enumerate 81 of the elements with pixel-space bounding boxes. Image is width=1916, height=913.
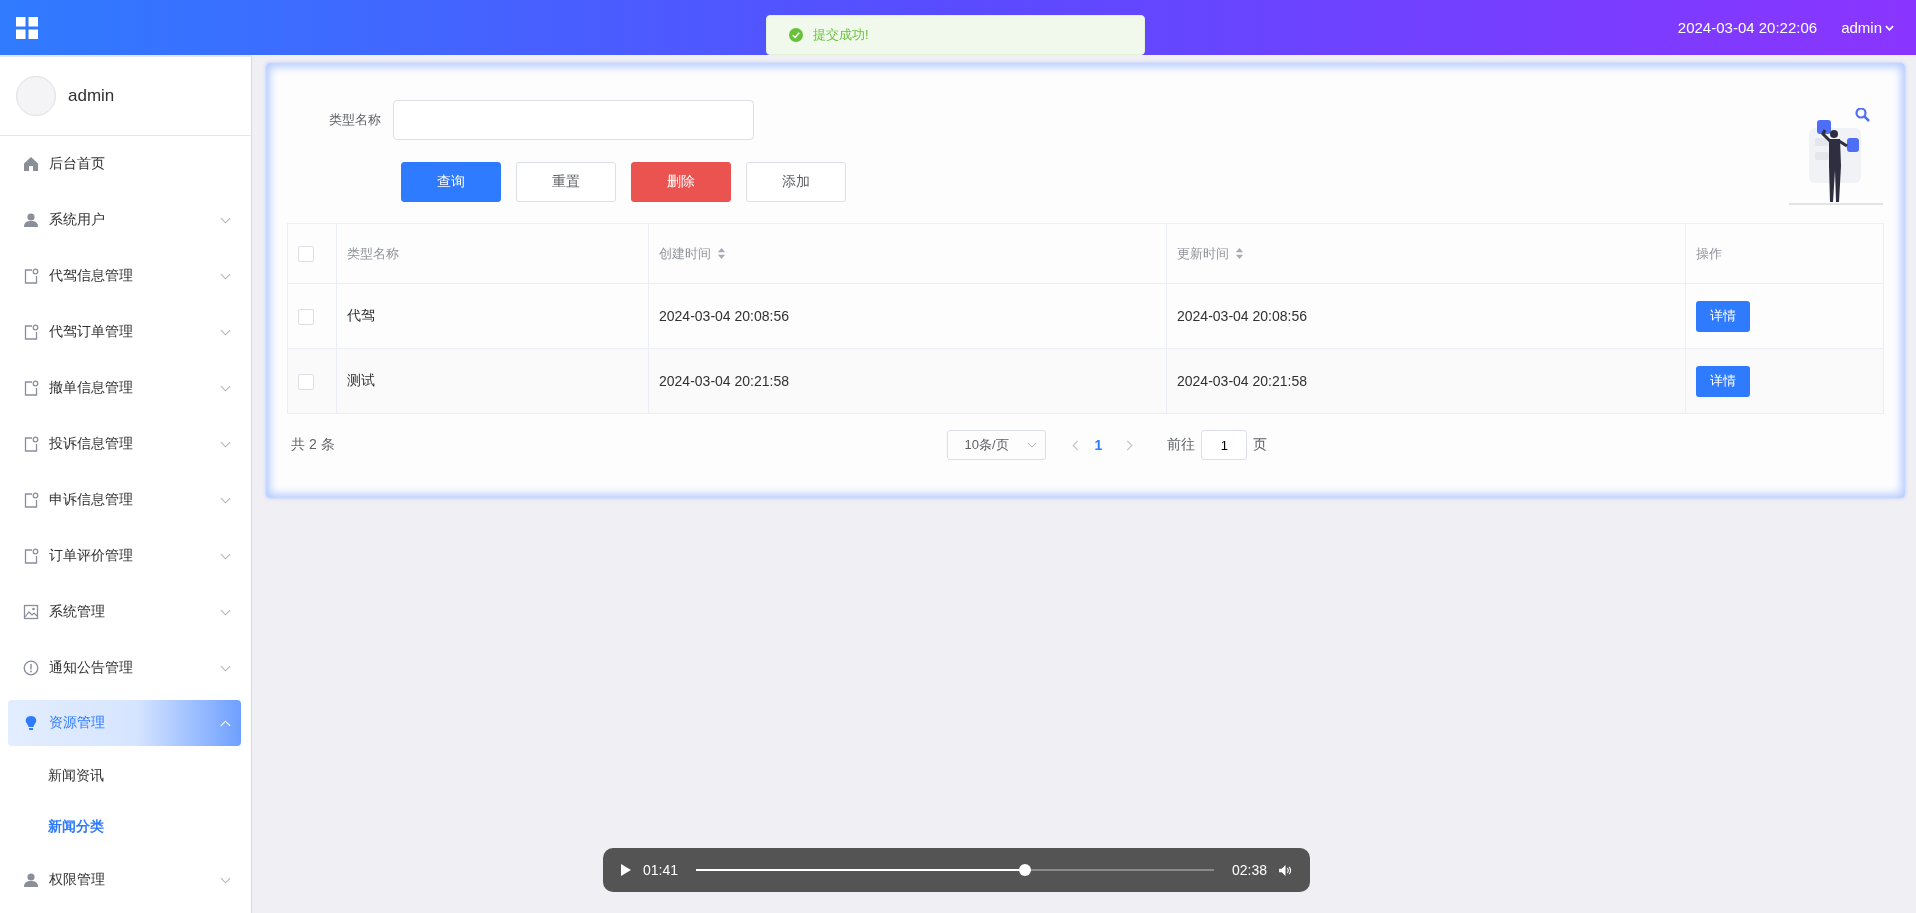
column-header: 操作 xyxy=(1696,244,1722,263)
menu-item[interactable]: 权限管理 xyxy=(0,852,251,908)
picture-icon xyxy=(23,604,39,620)
table-cell: 2024-03-04 20:21:58 xyxy=(659,373,789,389)
next-page-icon[interactable] xyxy=(1126,439,1134,451)
goto-page-input[interactable]: 1 xyxy=(1201,430,1248,460)
slider-thumb[interactable] xyxy=(1019,864,1032,876)
type-name-input[interactable] xyxy=(393,100,754,140)
table-cell: 2024-03-04 20:08:56 xyxy=(659,308,789,324)
query-button[interactable]: 查询 xyxy=(401,162,501,202)
column-header: 创建时间 xyxy=(659,244,711,263)
exclamation-circle-icon xyxy=(23,660,39,676)
chevron-down-icon xyxy=(220,440,231,448)
table-cell: 2024-03-04 20:21:58 xyxy=(1177,373,1307,389)
row-checkbox[interactable] xyxy=(298,308,314,325)
chevron-down-icon xyxy=(220,876,231,884)
document-icon xyxy=(23,268,39,284)
sort-icon[interactable] xyxy=(1235,247,1244,260)
menu-item[interactable]: 通知公告管理 xyxy=(0,640,251,696)
chevron-up-icon xyxy=(220,719,231,727)
duration: 02:38 xyxy=(1231,862,1267,878)
chevron-down-icon xyxy=(220,608,231,616)
sort-icon[interactable] xyxy=(717,247,726,260)
table-cell: 测试 xyxy=(347,372,375,388)
user-icon xyxy=(23,212,39,228)
volume-icon[interactable] xyxy=(1279,864,1292,876)
current-time: 01:41 xyxy=(643,862,679,878)
menu-item[interactable]: 投诉信息管理 xyxy=(0,416,251,472)
document-icon xyxy=(23,380,39,396)
delete-button[interactable]: 删除 xyxy=(631,162,731,202)
menu-item[interactable]: 撤单信息管理 xyxy=(0,360,251,416)
current-datetime: 2024-03-04 20:22:06 xyxy=(1677,19,1818,36)
document-icon xyxy=(23,492,39,508)
chevron-down-icon xyxy=(220,328,231,336)
submenu-item[interactable]: 新闻分类 xyxy=(0,801,251,852)
grid-menu-icon[interactable] xyxy=(16,16,38,39)
row-checkbox[interactable] xyxy=(298,373,314,390)
document-icon xyxy=(23,548,39,564)
chevron-down-icon xyxy=(220,384,231,392)
total-count: 共 2 条 xyxy=(291,436,335,454)
chevron-down-icon xyxy=(220,552,231,560)
lightbulb-icon xyxy=(23,715,39,731)
menu-item[interactable]: 申诉信息管理 xyxy=(0,472,251,528)
document-icon xyxy=(23,436,39,452)
check-circle-icon xyxy=(789,28,803,42)
goto-label: 前往 xyxy=(1167,436,1196,454)
menu-item[interactable]: 后台首页 xyxy=(0,136,251,192)
select-all-checkbox[interactable] xyxy=(298,245,314,262)
action-button[interactable]: 添加 xyxy=(746,162,846,202)
table-cell: 2024-03-04 20:08:56 xyxy=(1177,308,1307,324)
page-size-select[interactable]: 10条/页 xyxy=(946,430,1046,460)
user-name: admin xyxy=(68,86,115,106)
user-icon xyxy=(23,872,39,888)
user-menu[interactable]: admin xyxy=(1841,19,1894,36)
avatar xyxy=(16,76,56,116)
table-cell: 代驾 xyxy=(347,307,375,323)
menu-item[interactable]: 代驾订单管理 xyxy=(0,304,251,360)
toast-message: 提交成功! xyxy=(813,26,869,44)
chevron-down-icon xyxy=(220,496,231,504)
field-label: 类型名称 xyxy=(329,111,381,129)
menu-item[interactable]: 系统用户 xyxy=(0,192,251,248)
chevron-down-icon xyxy=(1026,442,1037,448)
document-icon xyxy=(23,324,39,340)
column-header: 类型名称 xyxy=(347,244,399,263)
menu-item[interactable]: 订单评价管理 xyxy=(0,528,251,584)
chevron-down-icon xyxy=(220,664,231,672)
menu-item[interactable]: 代驾信息管理 xyxy=(0,248,251,304)
home-icon xyxy=(23,156,39,172)
page-number[interactable]: 1 xyxy=(1094,437,1103,453)
chevron-down-icon xyxy=(220,272,231,280)
caret-icon xyxy=(1885,24,1894,31)
previous-page-icon[interactable] xyxy=(1071,439,1079,451)
detail-button[interactable]: 详情 xyxy=(1696,300,1750,332)
action-button[interactable]: 重置 xyxy=(516,162,616,202)
column-header: 更新时间 xyxy=(1177,244,1229,263)
menu-item[interactable]: 系统管理 xyxy=(0,584,251,640)
page-suffix: 页 xyxy=(1253,436,1268,454)
chevron-down-icon xyxy=(220,216,231,224)
play-icon[interactable] xyxy=(621,864,631,876)
detail-button[interactable]: 详情 xyxy=(1696,365,1750,397)
submenu-item[interactable]: 新闻资讯 xyxy=(0,750,251,801)
